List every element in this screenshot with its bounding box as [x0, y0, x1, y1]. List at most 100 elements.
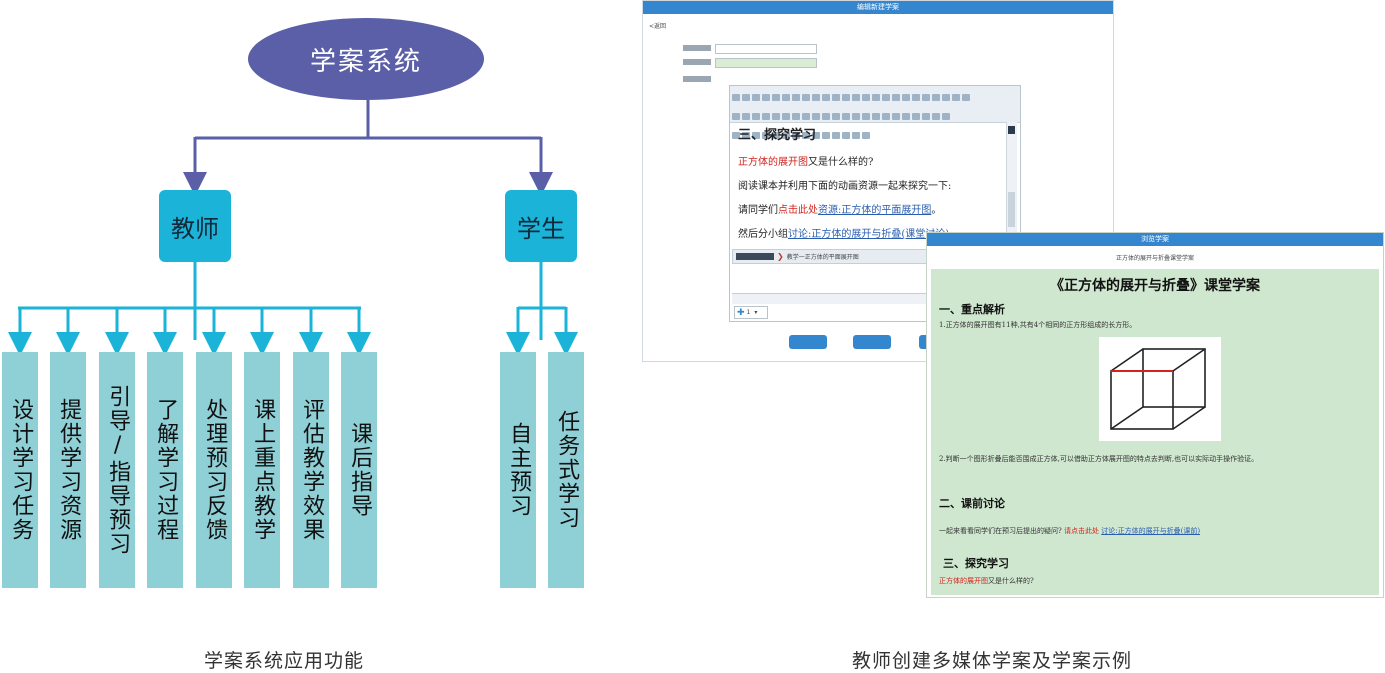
- toolbar-button-icon[interactable]: [802, 94, 810, 101]
- toolbar-button-icon[interactable]: [742, 113, 750, 120]
- toolbar-button-icon[interactable]: [832, 94, 840, 101]
- toolbar-button-icon[interactable]: [892, 94, 900, 101]
- toolbar-button-icon[interactable]: [802, 113, 810, 120]
- toolbar-button-icon[interactable]: [872, 113, 880, 120]
- toolbar-button-icon[interactable]: [812, 94, 820, 101]
- breadcrumb-block: [736, 253, 774, 260]
- toolbar-button-icon[interactable]: [922, 113, 930, 120]
- toolbar-button-icon[interactable]: [912, 94, 920, 101]
- section-1-text: 1.正方体的展开图有11种,共有4个相同的正方形组成的长方形。: [939, 321, 1137, 329]
- toolbar-button-icon[interactable]: [952, 94, 960, 101]
- toolbar-button-icon[interactable]: [842, 113, 850, 120]
- scroll-up-icon[interactable]: [1008, 126, 1015, 134]
- toolbar-button-icon[interactable]: [742, 94, 750, 101]
- toolbar-button-icon[interactable]: [832, 113, 840, 120]
- section-2-question: 一起来看看同学们在预习后提出的疑问?: [939, 527, 1062, 535]
- field-label-category: [683, 59, 711, 65]
- editor-text-segment: 。: [931, 205, 942, 216]
- toolbar-button-icon[interactable]: [772, 94, 780, 101]
- section-2-link[interactable]: 讨论:正方体的展开与折叠(课前): [1101, 527, 1200, 535]
- toolbar-button-icon[interactable]: [822, 113, 830, 120]
- toolbar-button-icon[interactable]: [882, 94, 890, 101]
- toolbar-button-icon[interactable]: [882, 113, 890, 120]
- toolbar-button-icon[interactable]: [872, 94, 880, 101]
- toolbar-button-icon[interactable]: [792, 94, 800, 101]
- editor-text-segment: 请同学们: [738, 205, 778, 216]
- toolbar-button-icon[interactable]: [792, 113, 800, 120]
- toolbar-button-icon[interactable]: [762, 113, 770, 120]
- toolbar-button-icon[interactable]: [772, 113, 780, 120]
- toolbar-row-1: [731, 87, 1019, 106]
- teacher-function-5: 处理预习反馈: [196, 352, 232, 588]
- toolbar-button-icon[interactable]: [942, 94, 950, 101]
- preview-button[interactable]: [853, 335, 891, 349]
- scroll-thumb[interactable]: [1008, 192, 1015, 227]
- chevron-down-icon: ▾: [754, 309, 758, 316]
- editor-text-segment: 三、探究学习: [738, 128, 817, 143]
- toolbar-button-icon[interactable]: [892, 113, 900, 120]
- page-select[interactable]: ✚ 1 ▾: [734, 306, 768, 319]
- toolbar-button-icon[interactable]: [812, 113, 820, 120]
- toolbar-button-icon[interactable]: [862, 94, 870, 101]
- root-node-label: 学案系统: [248, 18, 484, 100]
- back-link[interactable]: <返回: [649, 21, 666, 30]
- field-label-content: [683, 76, 711, 82]
- plus-icon: ✚: [737, 307, 745, 318]
- toolbar-row-2: [731, 106, 1019, 125]
- section-3-text: 正方体的展开图又是什么样的?: [939, 575, 1034, 587]
- toolbar-button-icon[interactable]: [862, 113, 870, 120]
- editor-toolbar: [730, 86, 1020, 139]
- page-select-value: 1: [746, 309, 751, 316]
- save-button[interactable]: [789, 335, 827, 349]
- cube-image: [1110, 348, 1206, 430]
- toolbar-button-icon[interactable]: [762, 94, 770, 101]
- editor-line-2: 正方体的展开图又是什么样的?: [738, 153, 1006, 168]
- toolbar-button-icon[interactable]: [852, 94, 860, 101]
- toolbar-button-icon[interactable]: [942, 113, 950, 120]
- editor-text-segment: 点击此处: [778, 205, 818, 216]
- toolbar-button-icon[interactable]: [962, 94, 970, 101]
- category-select[interactable]: [715, 58, 817, 68]
- sample-window-title: 浏览学案: [927, 233, 1383, 246]
- name-input[interactable]: [715, 44, 817, 54]
- student-function-2: 任务式学习: [548, 352, 584, 588]
- toolbar-button-icon[interactable]: [902, 113, 910, 120]
- teacher-function-8: 课后指导: [341, 352, 377, 588]
- sample-subtitle: 正方体的展开与折叠课堂学案: [1115, 255, 1194, 262]
- toolbar-button-icon[interactable]: [932, 113, 940, 120]
- toolbar-button-icon[interactable]: [922, 94, 930, 101]
- editor-text-segment[interactable]: 资源:正方体的平面展开图: [818, 205, 931, 216]
- toolbar-button-icon[interactable]: [732, 94, 740, 101]
- editor-text-segment: 阅读课本并利用下面的动画资源一起来探究一下:: [738, 181, 952, 192]
- editor-content[interactable]: 三、探究学习正方体的展开图又是什么样的? 阅读课本并利用下面的动画资源一起来探究一…: [738, 124, 1006, 249]
- toolbar-button-icon[interactable]: [912, 113, 920, 120]
- toolbar-button-icon[interactable]: [842, 94, 850, 101]
- system-diagram: 学案系统 教师 学生 设计学习任务 提供学习资源 引导/指导预习 了解学习过程 处理预习…: [0, 0, 620, 672]
- sample-content: 《正方体的展开与折叠》课堂学案 一、重点解析 1.正方体的展开图有11种,共有4…: [931, 269, 1379, 595]
- toolbar-button-icon[interactable]: [752, 113, 760, 120]
- toolbar-button-icon[interactable]: [902, 94, 910, 101]
- teacher-function-2: 提供学习资源: [50, 352, 86, 588]
- section-2-red[interactable]: 请点击此处: [1064, 527, 1099, 535]
- teacher-function-7: 评估教学效果: [293, 352, 329, 588]
- editor-line-3: 阅读课本并利用下面的动画资源一起来探究一下:: [738, 177, 1006, 192]
- toolbar-button-icon[interactable]: [932, 94, 940, 101]
- student-function-1: 自主预习: [500, 352, 536, 588]
- teacher-function-3: 引导/指导预习: [99, 352, 135, 588]
- toolbar-button-icon[interactable]: [822, 94, 830, 101]
- toolbar-button-icon[interactable]: [782, 94, 790, 101]
- toolbar-button-icon[interactable]: [782, 113, 790, 120]
- sample-heading: 《正方体的展开与折叠》课堂学案: [1050, 278, 1260, 294]
- section-3-title: 三、探究学习: [943, 557, 1009, 570]
- section-3-question: 又是什么样的?: [988, 577, 1034, 585]
- editor-window-title: 编辑新建学案: [643, 1, 1113, 14]
- toolbar-button-icon[interactable]: [852, 113, 860, 120]
- editor-text-segment[interactable]: 讨论:正方体的展开与折叠(课堂讨论): [788, 229, 949, 240]
- toolbar-button-icon[interactable]: [732, 113, 740, 120]
- teacher-function-6: 课上重点教学: [244, 352, 280, 588]
- cube-figure: [1099, 337, 1221, 441]
- chevron-right-icon: ❯: [777, 252, 784, 261]
- field-label-name: [683, 45, 711, 51]
- toolbar-button-icon[interactable]: [752, 94, 760, 101]
- teacher-function-4: 了解学习过程: [147, 352, 183, 588]
